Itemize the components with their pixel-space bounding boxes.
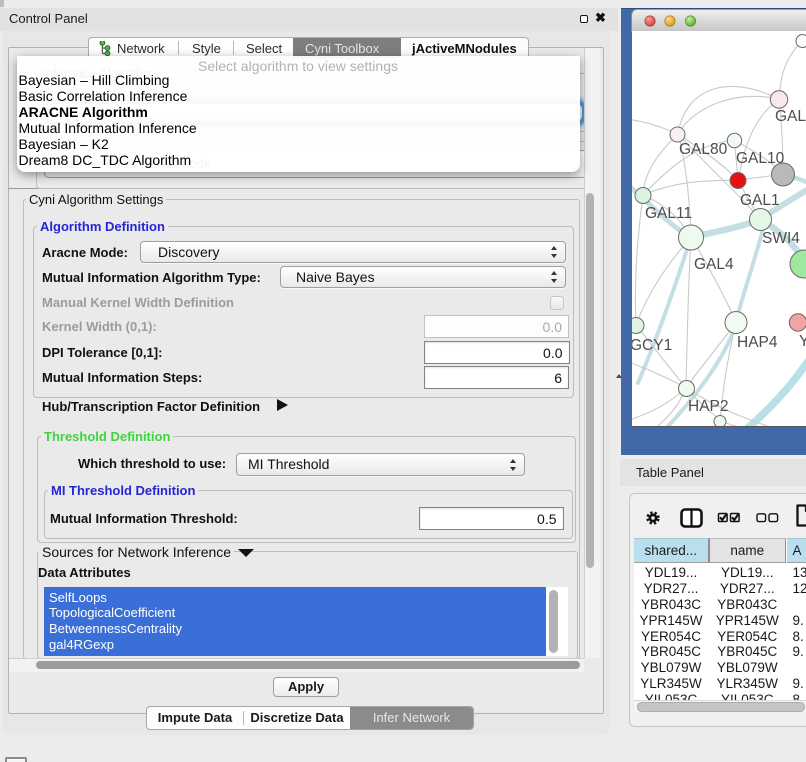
svg-text:Y: Y [799, 333, 806, 350]
svg-text:HAP4: HAP4 [737, 334, 778, 351]
svg-text:GAL11: GAL11 [645, 205, 692, 222]
svg-text:GAL7: GAL7 [775, 108, 806, 125]
svg-text:GCY1: GCY1 [632, 337, 672, 354]
svg-text:GAL4: GAL4 [694, 256, 734, 273]
svg-text:GAL1: GAL1 [740, 192, 780, 209]
svg-text:HAP2: HAP2 [688, 398, 729, 415]
svg-text:GAL80: GAL80 [679, 141, 728, 158]
svg-text:GAL10: GAL10 [736, 150, 785, 167]
svg-text:SWI4: SWI4 [762, 230, 800, 247]
